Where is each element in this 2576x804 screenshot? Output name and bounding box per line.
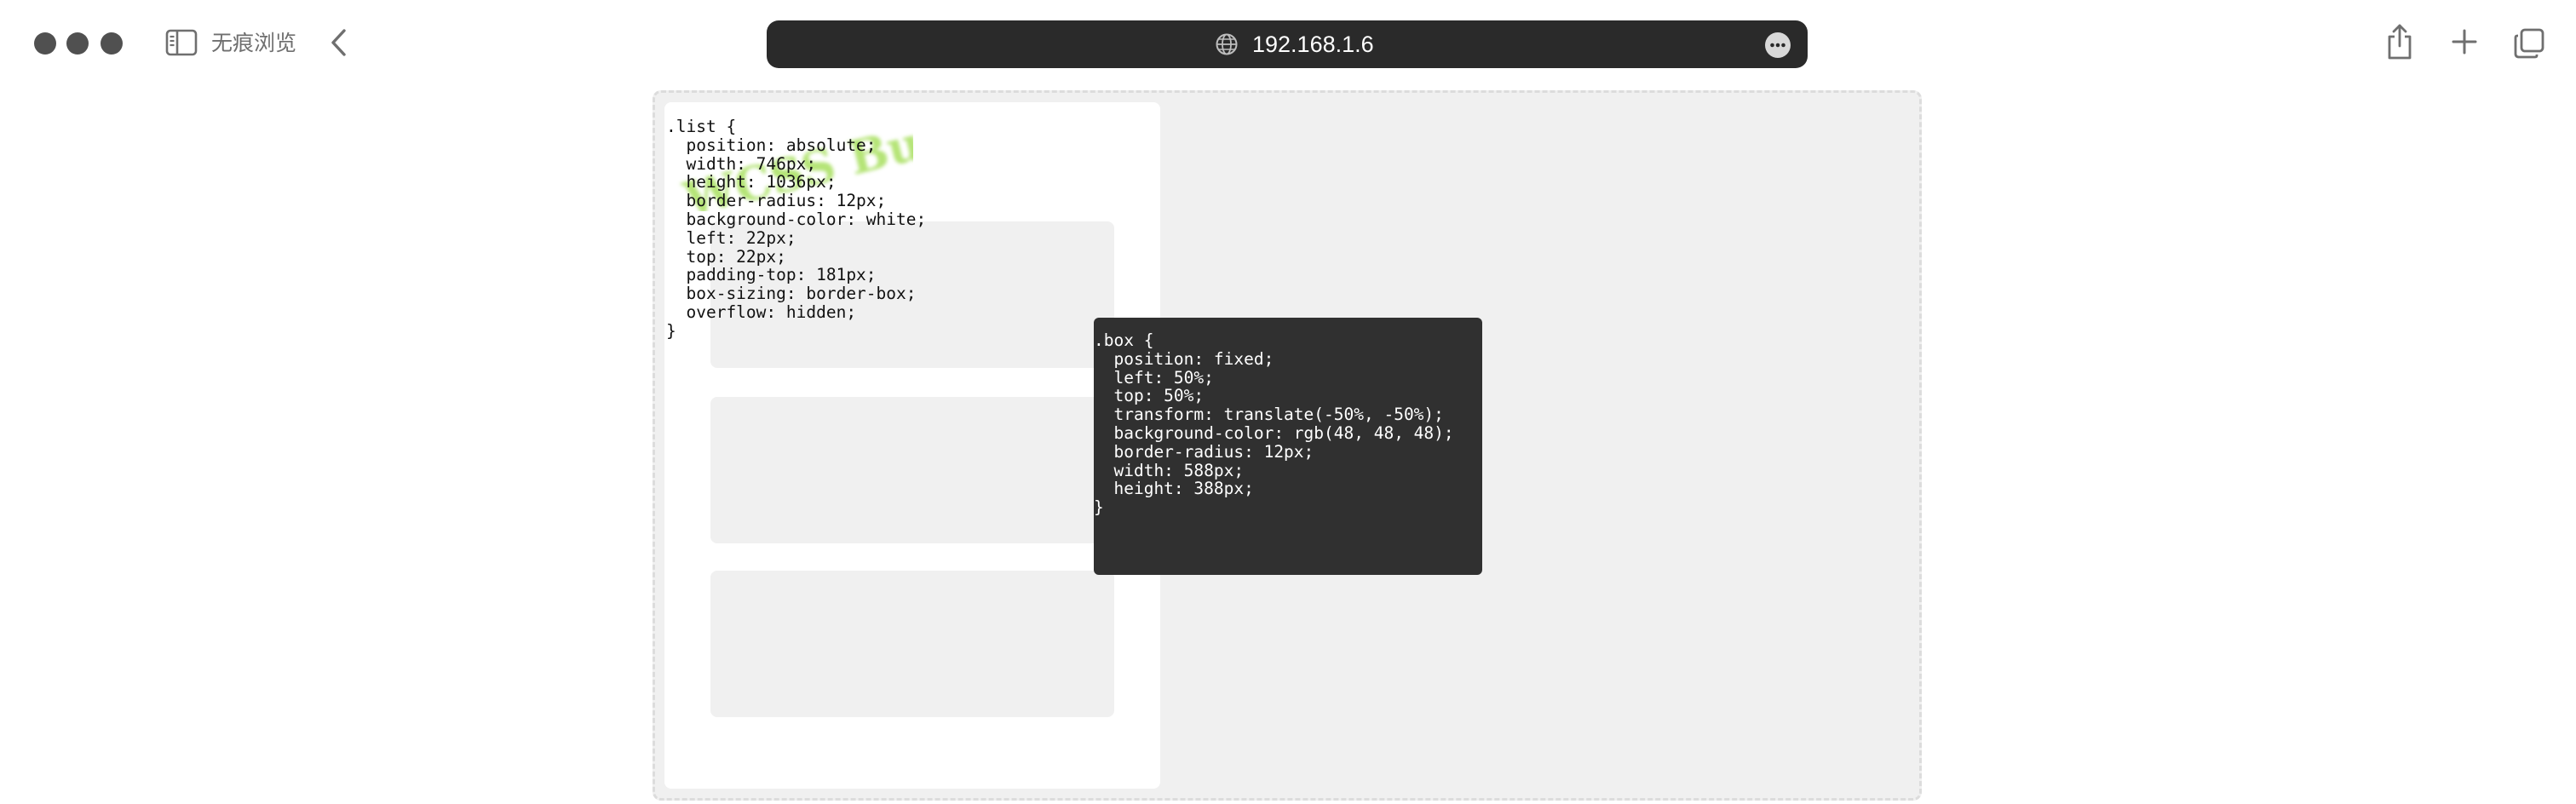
private-browsing-label: 无痕浏览	[211, 31, 297, 55]
share-button[interactable]	[2385, 22, 2414, 61]
list-card	[710, 571, 1114, 717]
close-window-button[interactable]	[34, 32, 56, 55]
list-panel: WCSS Bud .list { position: absolute; wid…	[664, 102, 1160, 789]
new-tab-button[interactable]	[2450, 27, 2479, 56]
list-css-code: .list { position: absolute; width: 746px…	[666, 117, 927, 341]
box-css-code: .box { position: fixed; left: 50%; top: …	[1094, 330, 1454, 518]
minimize-window-button[interactable]	[66, 32, 89, 55]
plus-icon	[2452, 29, 2477, 55]
globe-icon	[1216, 33, 1238, 55]
sidebar-icon	[165, 29, 198, 56]
back-icon	[331, 29, 346, 56]
zoom-window-button[interactable]	[101, 32, 123, 55]
address-bar[interactable]: 192.168.1.6	[767, 20, 1808, 68]
url-text: 192.168.1.6	[1252, 32, 1374, 57]
sidebar-toggle-button[interactable]	[165, 29, 198, 56]
browser-toolbar: 无痕浏览 192.168.1.6	[0, 0, 2576, 85]
tab-overview-button[interactable]	[2513, 27, 2545, 60]
tabs-icon	[2514, 28, 2544, 59]
fixed-box-panel: .box { position: fixed; left: 50%; top: …	[1094, 318, 1482, 575]
share-icon	[2388, 24, 2412, 60]
more-icon[interactable]	[1765, 32, 1791, 58]
back-button[interactable]	[329, 27, 349, 58]
list-card	[710, 397, 1114, 543]
